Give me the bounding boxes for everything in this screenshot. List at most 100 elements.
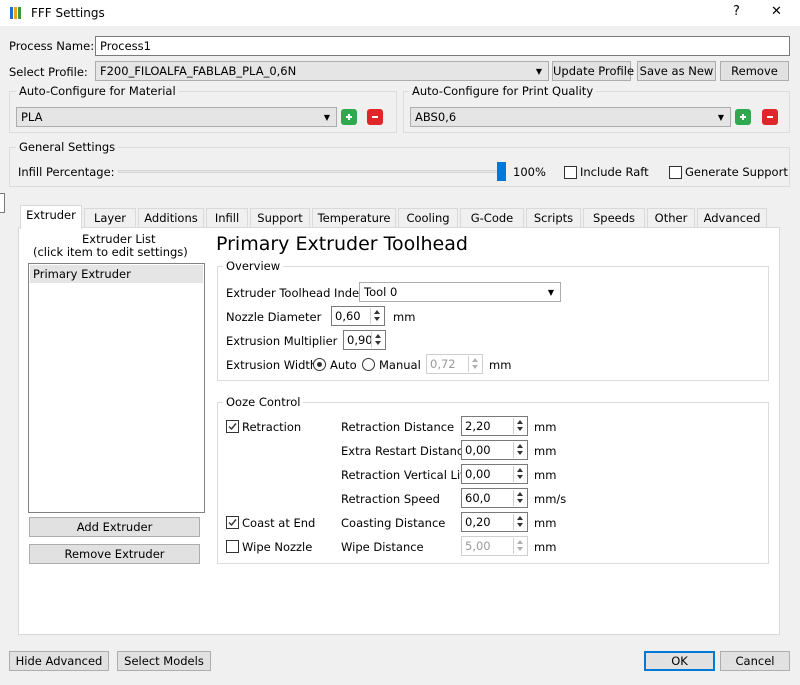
tab-scripts[interactable]: Scripts xyxy=(526,208,581,228)
tab-cooling[interactable]: Cooling xyxy=(398,208,458,228)
generate-support-label: Generate Support xyxy=(685,165,788,179)
tab-infill[interactable]: Infill xyxy=(206,208,248,228)
profile-select[interactable]: F200_FILOALFA_FABLAB_PLA_0,6N ▼ xyxy=(95,61,549,81)
remove-material-button[interactable] xyxy=(367,109,383,125)
spin-arrows-icon[interactable] xyxy=(371,332,384,348)
retraction-speed-label: Retraction Speed xyxy=(341,492,440,506)
extra-restart-distance-label: Extra Restart Distance xyxy=(341,444,471,458)
coasting-distance-stepper[interactable]: 0,20 xyxy=(461,512,528,532)
wipe-distance-unit: mm xyxy=(534,540,557,554)
add-quality-button[interactable] xyxy=(735,109,751,125)
width-manual-radio[interactable] xyxy=(362,358,375,371)
extrusion-multiplier-stepper[interactable]: 0,90 xyxy=(343,330,386,350)
chevron-down-icon: ▼ xyxy=(717,113,724,122)
tab-other[interactable]: Other xyxy=(647,208,695,228)
material-group-label: Auto-Configure for Material xyxy=(16,84,179,98)
retraction-label: Retraction xyxy=(242,420,302,434)
add-extruder-button[interactable]: Add Extruder xyxy=(29,517,200,537)
tab-speeds[interactable]: Speeds xyxy=(583,208,645,228)
spin-arrows-icon[interactable] xyxy=(513,418,526,434)
wipe-nozzle-label: Wipe Nozzle xyxy=(242,540,313,554)
close-icon[interactable]: ✕ xyxy=(771,4,782,19)
extrusion-width-value: 0,72 xyxy=(430,357,456,371)
save-as-new-button[interactable]: Save as New xyxy=(637,61,716,81)
extrusion-width-stepper[interactable]: 0,72 xyxy=(426,354,483,374)
cancel-button[interactable]: Cancel xyxy=(720,651,790,671)
include-raft-checkbox[interactable] xyxy=(564,166,577,179)
generate-support-checkbox[interactable] xyxy=(669,166,682,179)
nozzle-diameter-stepper[interactable]: 0,60 xyxy=(331,306,385,326)
quality-value: ABS0,6 xyxy=(415,110,457,124)
tab-extruder[interactable]: Extruder xyxy=(20,205,82,229)
ooze-control-label: Ooze Control xyxy=(223,395,304,409)
remove-profile-button[interactable]: Remove xyxy=(720,61,789,81)
retraction-vertical-lift-stepper[interactable]: 0,00 xyxy=(461,464,528,484)
spin-arrows-icon[interactable] xyxy=(513,442,526,458)
extrusion-width-unit: mm xyxy=(489,358,512,372)
spin-arrows-icon[interactable] xyxy=(370,308,383,324)
coasting-distance-value: 0,20 xyxy=(465,515,491,529)
width-auto-label: Auto xyxy=(330,358,357,372)
toolhead-title: Primary Extruder Toolhead xyxy=(216,233,468,255)
material-value: PLA xyxy=(21,110,43,124)
infill-slider-track[interactable] xyxy=(118,170,505,173)
plus-icon-vertical xyxy=(348,114,350,120)
collapsed-side-handle[interactable] xyxy=(0,193,5,213)
update-profile-button[interactable]: Update Profile xyxy=(552,61,634,81)
spin-arrows-icon[interactable] xyxy=(513,514,526,530)
ok-button[interactable]: OK xyxy=(644,651,715,671)
tab-g-code[interactable]: G-Code xyxy=(460,208,524,228)
retraction-speed-stepper[interactable]: 60,0 xyxy=(461,488,528,508)
minus-icon xyxy=(767,116,773,118)
help-button[interactable]: ? xyxy=(733,4,740,19)
hide-advanced-button[interactable]: Hide Advanced xyxy=(9,651,109,671)
infill-value: 100% xyxy=(513,165,546,179)
select-models-button[interactable]: Select Models xyxy=(117,651,211,671)
general-settings-label: General Settings xyxy=(16,140,119,154)
retraction-distance-stepper[interactable]: 2,20 xyxy=(461,416,528,436)
extrusion-width-label: Extrusion Width xyxy=(226,358,318,372)
retraction-checkbox[interactable] xyxy=(226,420,239,433)
retraction-vertical-lift-unit: mm xyxy=(534,468,557,482)
coasting-distance-unit: mm xyxy=(534,516,557,530)
infill-slider-thumb[interactable] xyxy=(497,162,506,181)
extruder-list-hint: (click item to edit settings) xyxy=(33,245,188,259)
add-material-button[interactable] xyxy=(341,109,357,125)
extruder-list[interactable]: Primary Extruder xyxy=(28,263,205,513)
tab-support[interactable]: Support xyxy=(250,208,310,228)
process-name-input[interactable]: Process1 xyxy=(95,36,790,56)
remove-quality-button[interactable] xyxy=(762,109,778,125)
select-profile-label: Select Profile: xyxy=(9,65,88,79)
tab-additions[interactable]: Additions xyxy=(138,208,204,228)
wipe-nozzle-checkbox[interactable] xyxy=(226,540,239,553)
width-auto-radio[interactable] xyxy=(313,358,326,371)
material-select[interactable]: PLA ▼ xyxy=(16,107,337,127)
spin-arrows-icon[interactable] xyxy=(513,538,526,554)
extra-restart-distance-stepper[interactable]: 0,00 xyxy=(461,440,528,460)
extra-restart-distance-value: 0,00 xyxy=(465,443,491,457)
toolhead-index-select[interactable]: Tool 0 ▼ xyxy=(359,282,561,302)
retraction-distance-label: Retraction Distance xyxy=(341,420,455,434)
infill-percentage-label: Infill Percentage: xyxy=(18,165,115,179)
retraction-speed-unit: mm/s xyxy=(534,492,567,506)
spin-arrows-icon[interactable] xyxy=(513,490,526,506)
checkmark-icon xyxy=(228,423,237,431)
retraction-vertical-lift-label: Retraction Vertical Lift xyxy=(341,468,469,482)
remove-extruder-button[interactable]: Remove Extruder xyxy=(29,544,200,564)
tab-advanced[interactable]: Advanced xyxy=(697,208,767,228)
extruder-list-title: Extruder List xyxy=(82,232,156,246)
title-bar: FFF Settings ? ✕ xyxy=(0,0,800,26)
coast-at-end-checkbox[interactable] xyxy=(226,516,239,529)
toolhead-index-label: Extruder Toolhead Index xyxy=(226,286,366,300)
tab-temperature[interactable]: Temperature xyxy=(312,208,396,228)
wipe-distance-label: Wipe Distance xyxy=(341,540,424,554)
tab-layer[interactable]: Layer xyxy=(84,208,136,228)
list-item[interactable]: Primary Extruder xyxy=(30,265,203,283)
spin-arrows-icon[interactable] xyxy=(513,466,526,482)
extrusion-multiplier-value: 0,90 xyxy=(347,333,373,347)
wipe-distance-stepper[interactable]: 5,00 xyxy=(461,536,528,556)
spin-arrows-icon[interactable] xyxy=(468,356,481,372)
quality-select[interactable]: ABS0,6 ▼ xyxy=(410,107,731,127)
extrusion-multiplier-label: Extrusion Multiplier xyxy=(226,334,338,348)
nozzle-diameter-unit: mm xyxy=(393,310,416,324)
